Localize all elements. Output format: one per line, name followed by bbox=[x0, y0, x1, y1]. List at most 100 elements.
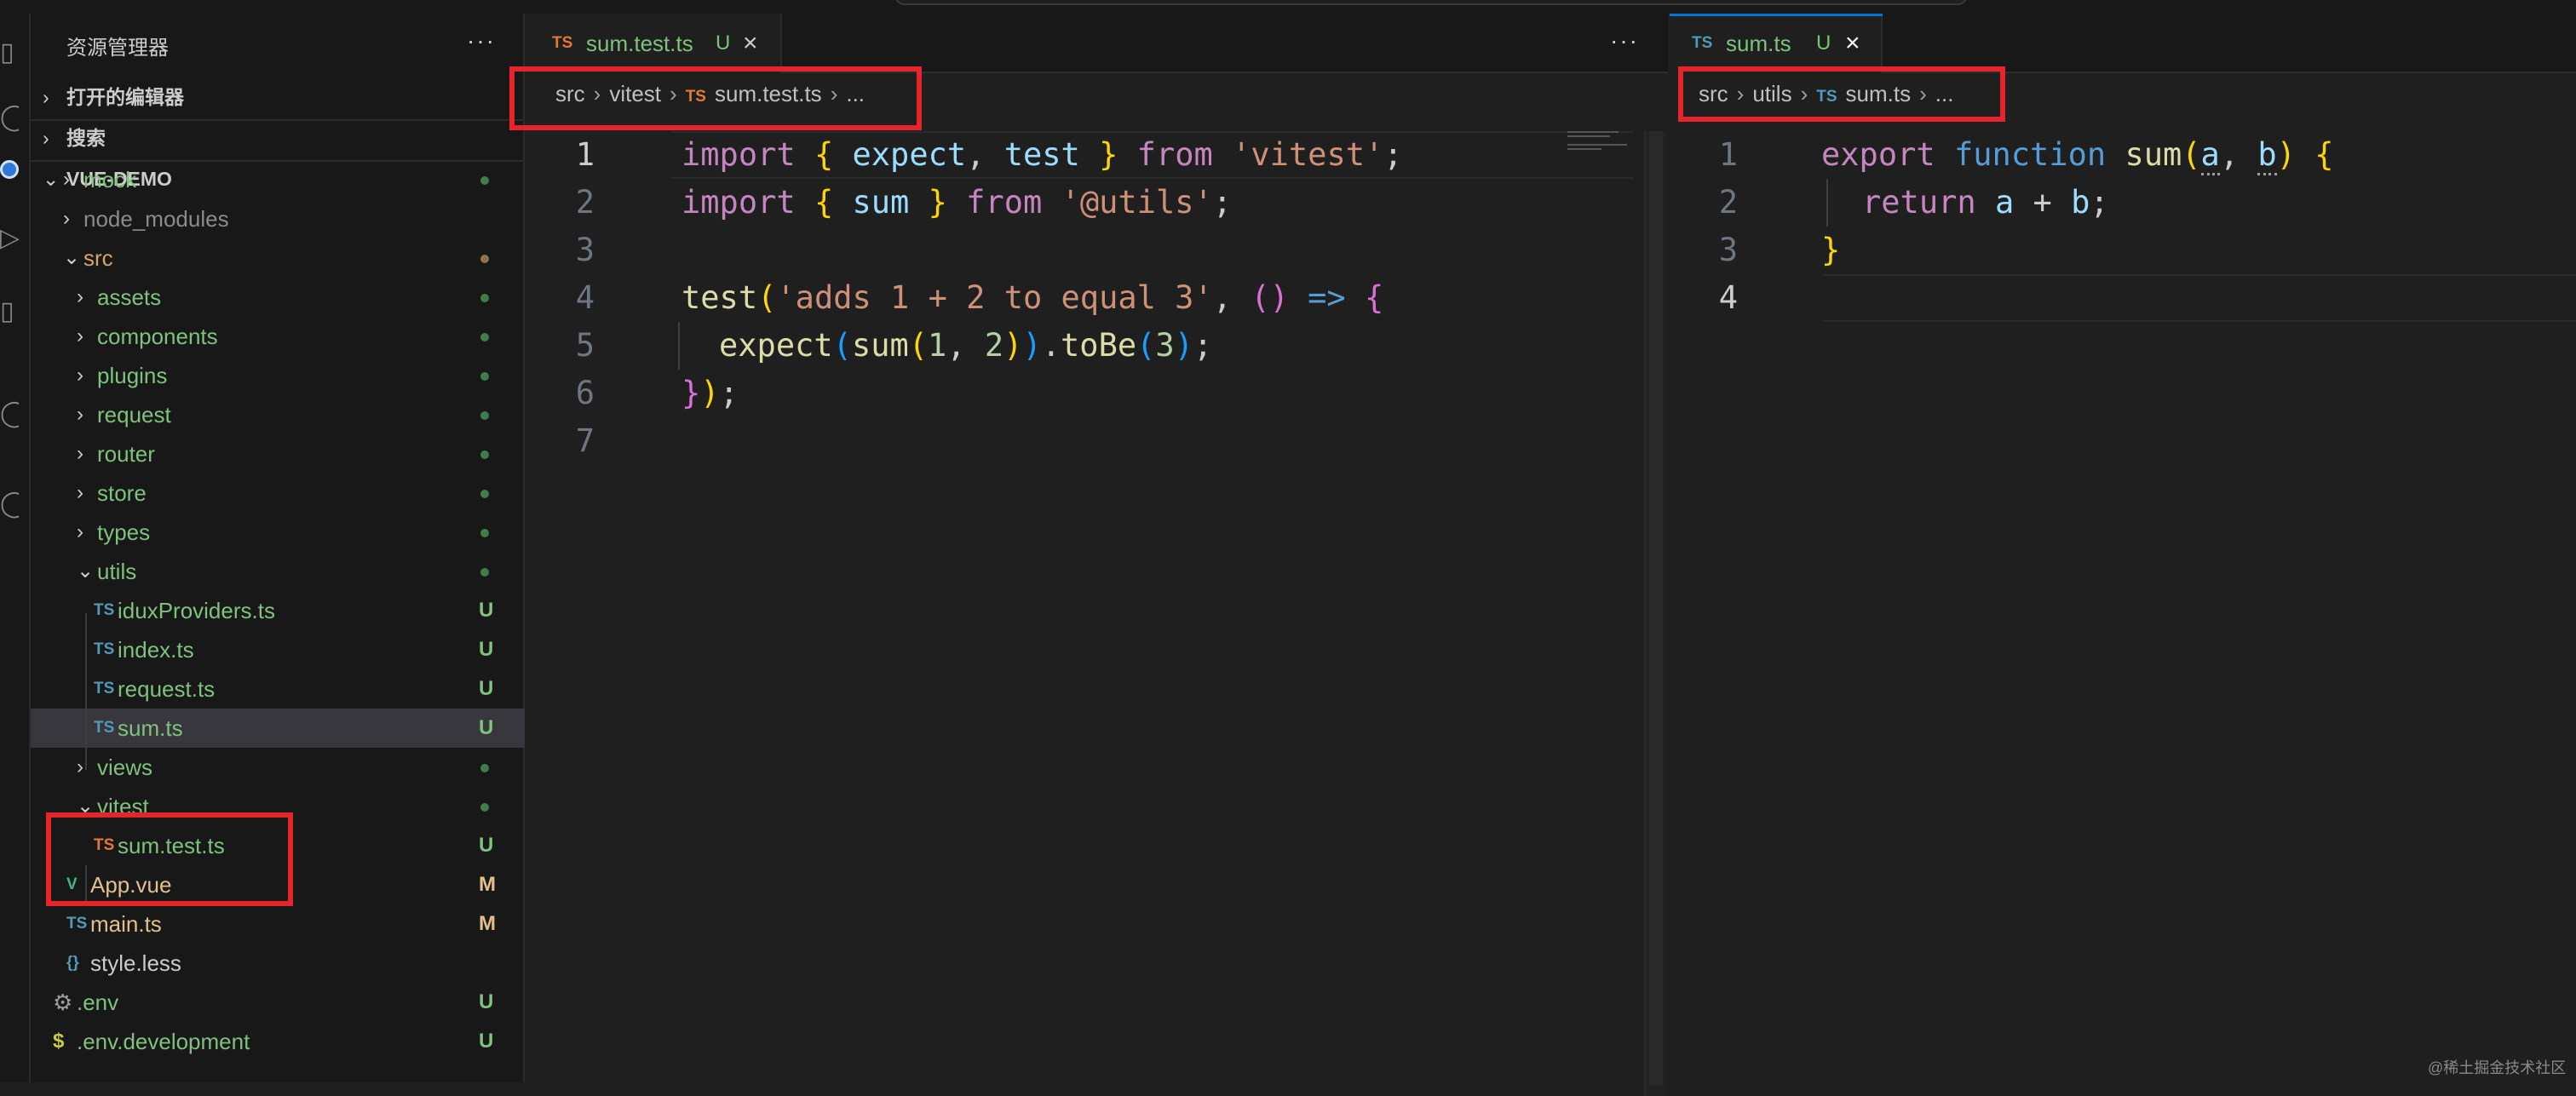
close-icon[interactable]: × bbox=[1845, 14, 1860, 73]
tab-bar: TS sum.test.ts U × ··· bbox=[526, 14, 1668, 73]
indent-guide bbox=[678, 322, 680, 370]
account-icon[interactable]: ◯ bbox=[0, 487, 19, 521]
line-number: 2 bbox=[575, 184, 595, 221]
git-status-dot bbox=[480, 529, 489, 537]
activity-bar: ▯ ◯ ▷ ▯ ◯ ◯ bbox=[0, 14, 31, 1082]
tree-item-request-ts[interactable]: TS request.ts U bbox=[31, 669, 525, 709]
tree-item-label: assets bbox=[97, 284, 162, 310]
tab-label: sum.test.ts bbox=[586, 31, 693, 56]
tree-item-idux-providers[interactable]: TS iduxProviders.ts U bbox=[31, 591, 525, 630]
typescript-icon: TS bbox=[552, 34, 573, 52]
tree-item-sum[interactable]: TS sum.ts U bbox=[31, 709, 525, 748]
source-control-icon[interactable] bbox=[0, 160, 19, 179]
typescript-icon: TS bbox=[66, 915, 88, 932]
close-icon[interactable]: × bbox=[743, 14, 758, 73]
tab-sum-test[interactable]: TS sum.test.ts U × bbox=[526, 14, 782, 73]
scrollbar-thumb[interactable] bbox=[1649, 131, 1663, 1085]
typescript-icon: TS bbox=[1692, 34, 1713, 52]
minimap[interactable] bbox=[1567, 131, 1629, 152]
tab-status: U bbox=[1816, 32, 1831, 55]
tree-item-style[interactable]: {} style.less bbox=[31, 944, 525, 983]
git-status-dot bbox=[480, 176, 489, 185]
git-status-dot bbox=[480, 490, 489, 498]
git-status-badge: M bbox=[479, 912, 496, 935]
tree-item-label: router bbox=[97, 441, 155, 467]
tree-item-node-modules[interactable]: › node_modules bbox=[31, 199, 525, 238]
chevron-right-icon: › bbox=[77, 481, 83, 504]
scrollbar[interactable] bbox=[1644, 131, 1666, 1096]
run-debug-icon[interactable]: ▷ bbox=[0, 221, 19, 255]
tree-item-assets[interactable]: › assets bbox=[31, 278, 525, 317]
command-center[interactable] bbox=[894, 0, 1968, 5]
git-status-badge: M bbox=[479, 873, 496, 896]
highlight-box-right-breadcrumb bbox=[1678, 66, 2005, 122]
tree-item-request[interactable]: › request bbox=[31, 395, 525, 434]
chevron-right-icon: › bbox=[77, 755, 83, 778]
tree-item-env[interactable]: ⚙ .env U bbox=[31, 983, 525, 1022]
git-status-badge: U bbox=[479, 638, 494, 661]
tree-item-utils[interactable]: ⌄ utils bbox=[31, 552, 525, 591]
tree-item-plugins[interactable]: › plugins bbox=[31, 356, 525, 395]
git-status-dot bbox=[480, 568, 489, 577]
explorer-more-icon[interactable]: ··· bbox=[467, 27, 496, 55]
group-more-icon[interactable]: ··· bbox=[1610, 27, 1639, 55]
tree-item-store[interactable]: › store bbox=[31, 473, 525, 513]
tree-item-label: mock bbox=[83, 167, 137, 192]
open-editors-section[interactable]: › 打开的编辑器 bbox=[43, 80, 184, 114]
tree-item-main[interactable]: TS main.ts M bbox=[31, 904, 525, 944]
line-number: 6 bbox=[575, 375, 595, 411]
chevron-right-icon: › bbox=[63, 207, 70, 230]
tree-item-label: src bbox=[83, 245, 113, 271]
tree-item-label: types bbox=[97, 519, 151, 545]
git-status-dot bbox=[480, 294, 489, 302]
dollar-icon: $ bbox=[53, 1030, 65, 1053]
highlight-box-left-breadcrumb bbox=[509, 66, 922, 130]
tree-item-label: style.less bbox=[90, 950, 181, 976]
extensions-icon[interactable]: ▯ bbox=[0, 295, 19, 329]
tree-item-label: request.ts bbox=[118, 676, 216, 702]
tab-sum[interactable]: TS sum.ts U × bbox=[1670, 14, 1883, 73]
tab-bar: TS sum.ts U × bbox=[1670, 14, 2576, 73]
tree-item-index[interactable]: TS index.ts U bbox=[31, 630, 525, 669]
tree-item-components[interactable]: › components bbox=[31, 317, 525, 356]
code-editor-left[interactable]: 1234567 import { expect, test } from 'vi… bbox=[526, 131, 1634, 1068]
remote-icon[interactable]: ◯ bbox=[0, 397, 19, 431]
chevron-right-icon: › bbox=[77, 520, 83, 543]
tab-status: U bbox=[716, 32, 731, 55]
watermark: @稀土掘金技术社区 bbox=[2428, 1059, 2567, 1076]
line-number: 4 bbox=[575, 279, 595, 316]
chevron-right-icon: › bbox=[77, 285, 83, 308]
tree-item-src[interactable]: ⌄ src bbox=[31, 238, 525, 278]
highlight-box-vitest-folder bbox=[46, 812, 293, 906]
code-editor-right[interactable]: 1234 export function sum(a, b) { return … bbox=[1670, 131, 2576, 1068]
explorer-sidebar: 资源管理器 ··· › 打开的编辑器 › 搜索 ⌄ VUE-DEMO › mock › no… bbox=[31, 14, 525, 1082]
git-status-badge: U bbox=[479, 716, 494, 739]
tree-item-env-development[interactable]: $ .env.development U bbox=[31, 1022, 525, 1061]
git-status-badge: U bbox=[479, 599, 494, 622]
search-section[interactable]: › 搜索 bbox=[43, 121, 106, 155]
chevron-right-icon: › bbox=[43, 127, 49, 149]
tree-item-views[interactable]: › views bbox=[31, 748, 525, 787]
chevron-right-icon: › bbox=[43, 86, 49, 108]
files-icon[interactable]: ▯ bbox=[0, 36, 19, 70]
tree-item-mock[interactable]: › mock bbox=[31, 160, 525, 199]
search-section-label: 搜索 bbox=[66, 127, 106, 149]
git-status-dot bbox=[480, 450, 489, 459]
typescript-icon: TS bbox=[94, 719, 115, 737]
chevron-right-icon: › bbox=[77, 442, 83, 465]
explorer-title: 资源管理器 bbox=[66, 37, 169, 60]
git-status-dot bbox=[480, 255, 489, 263]
git-status-dot bbox=[480, 372, 489, 381]
line-number: 4 bbox=[1718, 279, 1738, 316]
tree-item-label: views bbox=[97, 755, 153, 780]
git-status-dot bbox=[480, 764, 489, 772]
search-icon[interactable]: ◯ bbox=[0, 100, 19, 135]
line-number: 3 bbox=[1718, 232, 1738, 268]
tree-item-types[interactable]: › types bbox=[31, 513, 525, 552]
tree-item-label: iduxProviders.ts bbox=[118, 598, 275, 623]
tree-item-label: store bbox=[97, 480, 147, 506]
tree-item-label: .env.development bbox=[77, 1029, 250, 1054]
tree-item-router[interactable]: › router bbox=[31, 434, 525, 473]
git-status-badge: U bbox=[479, 1030, 494, 1053]
chevron-right-icon: › bbox=[77, 324, 83, 347]
